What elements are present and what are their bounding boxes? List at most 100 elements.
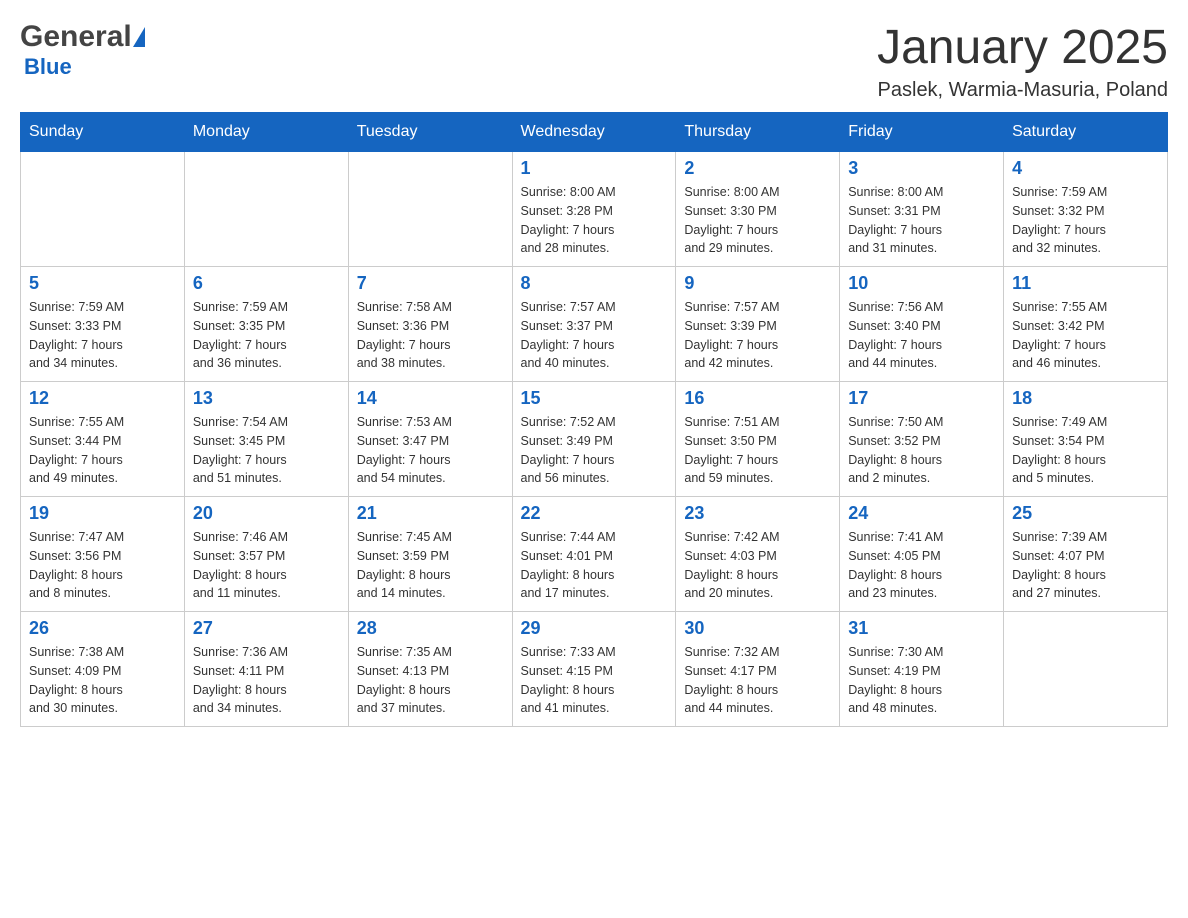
day-number: 23 [684, 503, 831, 524]
calendar-cell: 18 Sunrise: 7:49 AMSunset: 3:54 PMDayligh… [1004, 382, 1168, 497]
day-number: 5 [29, 273, 176, 294]
calendar-cell: 1Sunrise: 8:00 AMSunset: 3:28 PMDaylight… [512, 152, 676, 267]
day-number: 21 [357, 503, 504, 524]
day-number: 10 [848, 273, 995, 294]
day-number: 31 [848, 618, 995, 639]
day-info: Sunrise: 7:32 AMSunset: 4:17 PMDaylight:… [684, 643, 831, 718]
calendar-cell: 7Sunrise: 7:58 AMSunset: 3:36 PMDaylight… [348, 267, 512, 382]
day-info: Sunrise: 7:38 AMSunset: 4:09 PMDaylight:… [29, 643, 176, 718]
day-number: 22 [521, 503, 668, 524]
calendar-cell: 27Sunrise: 7:36 AMSunset: 4:11 PMDayligh… [184, 612, 348, 727]
day-number: 12 [29, 388, 176, 409]
calendar-cell: 15 Sunrise: 7:52 AMSunset: 3:49 PMDayligh… [512, 382, 676, 497]
page-header: General Blue January 2025 Paslek, Warmia… [20, 20, 1168, 102]
day-number: 17 [848, 388, 995, 409]
calendar-table: SundayMondayTuesdayWednesdayThursdayFrid… [20, 112, 1168, 727]
calendar-cell: 28 Sunrise: 7:35 AMSunset: 4:13 PMDayligh… [348, 612, 512, 727]
day-info: Sunrise: 7:44 AMSunset: 4:01 PMDaylight:… [521, 528, 668, 603]
day-info: Sunrise: 7:50 AMSunset: 3:52 PMDaylight:… [848, 413, 995, 488]
day-info: Sunrise: 7:51 AMSunset: 3:50 PMDaylight:… [684, 413, 831, 488]
day-header-friday: Friday [840, 113, 1004, 152]
calendar-cell: 9 Sunrise: 7:57 AMSunset: 3:39 PMDaylight… [676, 267, 840, 382]
day-info: Sunrise: 7:35 AMSunset: 4:13 PMDaylight:… [357, 643, 504, 718]
day-info: Sunrise: 7:54 AMSunset: 3:45 PMDaylight:… [193, 413, 340, 488]
day-header-saturday: Saturday [1004, 113, 1168, 152]
day-info: Sunrise: 7:59 AMSunset: 3:33 PMDaylight:… [29, 298, 176, 373]
calendar-week-4: 19 Sunrise: 7:47 AMSunset: 3:56 PMDayligh… [21, 497, 1168, 612]
day-number: 14 [357, 388, 504, 409]
day-number: 2 [684, 158, 831, 179]
calendar-cell [21, 152, 185, 267]
logo-triangle-icon [133, 27, 145, 47]
day-number: 28 [357, 618, 504, 639]
calendar-cell: 31 Sunrise: 7:30 AMSunset: 4:19 PMDayligh… [840, 612, 1004, 727]
calendar-cell: 30 Sunrise: 7:32 AMSunset: 4:17 PMDayligh… [676, 612, 840, 727]
calendar-cell: 8 Sunrise: 7:57 AMSunset: 3:37 PMDaylight… [512, 267, 676, 382]
day-info: Sunrise: 7:42 AMSunset: 4:03 PMDaylight:… [684, 528, 831, 603]
day-header-tuesday: Tuesday [348, 113, 512, 152]
day-info: Sunrise: 7:41 AMSunset: 4:05 PMDaylight:… [848, 528, 995, 603]
day-info: Sunrise: 7:55 AMSunset: 3:42 PMDaylight:… [1012, 298, 1159, 373]
day-header-sunday: Sunday [21, 113, 185, 152]
logo-general-text: General [20, 20, 132, 54]
day-info: Sunrise: 8:00 AMSunset: 3:30 PMDaylight:… [684, 183, 831, 258]
calendar-cell: 20Sunrise: 7:46 AMSunset: 3:57 PMDayligh… [184, 497, 348, 612]
day-info: Sunrise: 7:56 AMSunset: 3:40 PMDaylight:… [848, 298, 995, 373]
calendar-cell: 26 Sunrise: 7:38 AMSunset: 4:09 PMDayligh… [21, 612, 185, 727]
day-number: 1 [521, 158, 668, 179]
day-number: 13 [193, 388, 340, 409]
day-number: 18 [1012, 388, 1159, 409]
day-info: Sunrise: 7:59 AMSunset: 3:35 PMDaylight:… [193, 298, 340, 373]
day-info: Sunrise: 7:59 AMSunset: 3:32 PMDaylight:… [1012, 183, 1159, 258]
day-number: 19 [29, 503, 176, 524]
day-header-monday: Monday [184, 113, 348, 152]
day-info: Sunrise: 7:46 AMSunset: 3:57 PMDaylight:… [193, 528, 340, 603]
day-number: 8 [521, 273, 668, 294]
calendar-cell: 24Sunrise: 7:41 AMSunset: 4:05 PMDayligh… [840, 497, 1004, 612]
logo-blue-text: Blue [20, 54, 72, 80]
day-info: Sunrise: 7:39 AMSunset: 4:07 PMDaylight:… [1012, 528, 1159, 603]
logo: General Blue [20, 20, 145, 80]
day-number: 30 [684, 618, 831, 639]
day-info: Sunrise: 7:47 AMSunset: 3:56 PMDaylight:… [29, 528, 176, 603]
day-info: Sunrise: 7:57 AMSunset: 3:39 PMDaylight:… [684, 298, 831, 373]
calendar-week-5: 26 Sunrise: 7:38 AMSunset: 4:09 PMDayligh… [21, 612, 1168, 727]
day-number: 26 [29, 618, 176, 639]
day-info: Sunrise: 7:58 AMSunset: 3:36 PMDaylight:… [357, 298, 504, 373]
calendar-cell: 4 Sunrise: 7:59 AMSunset: 3:32 PMDaylight… [1004, 152, 1168, 267]
calendar-cell: 10 Sunrise: 7:56 AMSunset: 3:40 PMDayligh… [840, 267, 1004, 382]
calendar-cell: 13 Sunrise: 7:54 AMSunset: 3:45 PMDayligh… [184, 382, 348, 497]
day-header-wednesday: Wednesday [512, 113, 676, 152]
day-number: 25 [1012, 503, 1159, 524]
calendar-cell: 17 Sunrise: 7:50 AMSunset: 3:52 PMDayligh… [840, 382, 1004, 497]
day-info: Sunrise: 7:52 AMSunset: 3:49 PMDaylight:… [521, 413, 668, 488]
calendar-week-2: 5 Sunrise: 7:59 AMSunset: 3:33 PMDaylight… [21, 267, 1168, 382]
day-info: Sunrise: 7:33 AMSunset: 4:15 PMDaylight:… [521, 643, 668, 718]
calendar-cell [1004, 612, 1168, 727]
day-info: Sunrise: 7:45 AMSunset: 3:59 PMDaylight:… [357, 528, 504, 603]
calendar-cell: 19 Sunrise: 7:47 AMSunset: 3:56 PMDayligh… [21, 497, 185, 612]
calendar-week-1: 1Sunrise: 8:00 AMSunset: 3:28 PMDaylight… [21, 152, 1168, 267]
calendar-cell: 25 Sunrise: 7:39 AMSunset: 4:07 PMDayligh… [1004, 497, 1168, 612]
title-section: January 2025 Paslek, Warmia-Masuria, Pol… [877, 20, 1168, 102]
calendar-cell: 14 Sunrise: 7:53 AMSunset: 3:47 PMDayligh… [348, 382, 512, 497]
day-number: 15 [521, 388, 668, 409]
calendar-week-3: 12Sunrise: 7:55 AMSunset: 3:44 PMDayligh… [21, 382, 1168, 497]
day-number: 16 [684, 388, 831, 409]
calendar-cell: 6Sunrise: 7:59 AMSunset: 3:35 PMDaylight… [184, 267, 348, 382]
day-info: Sunrise: 7:49 AMSunset: 3:54 PMDaylight:… [1012, 413, 1159, 488]
day-info: Sunrise: 8:00 AMSunset: 3:31 PMDaylight:… [848, 183, 995, 258]
calendar-cell: 11Sunrise: 7:55 AMSunset: 3:42 PMDayligh… [1004, 267, 1168, 382]
calendar-cell: 22 Sunrise: 7:44 AMSunset: 4:01 PMDayligh… [512, 497, 676, 612]
calendar-cell: 23 Sunrise: 7:42 AMSunset: 4:03 PMDayligh… [676, 497, 840, 612]
calendar-header-row: SundayMondayTuesdayWednesdayThursdayFrid… [21, 113, 1168, 152]
calendar-cell: 29Sunrise: 7:33 AMSunset: 4:15 PMDayligh… [512, 612, 676, 727]
location-title: Paslek, Warmia-Masuria, Poland [877, 79, 1168, 102]
day-info: Sunrise: 7:53 AMSunset: 3:47 PMDaylight:… [357, 413, 504, 488]
day-number: 4 [1012, 158, 1159, 179]
calendar-cell: 2 Sunrise: 8:00 AMSunset: 3:30 PMDaylight… [676, 152, 840, 267]
day-info: Sunrise: 7:30 AMSunset: 4:19 PMDaylight:… [848, 643, 995, 718]
day-number: 9 [684, 273, 831, 294]
day-info: Sunrise: 7:57 AMSunset: 3:37 PMDaylight:… [521, 298, 668, 373]
calendar-cell: 21 Sunrise: 7:45 AMSunset: 3:59 PMDayligh… [348, 497, 512, 612]
